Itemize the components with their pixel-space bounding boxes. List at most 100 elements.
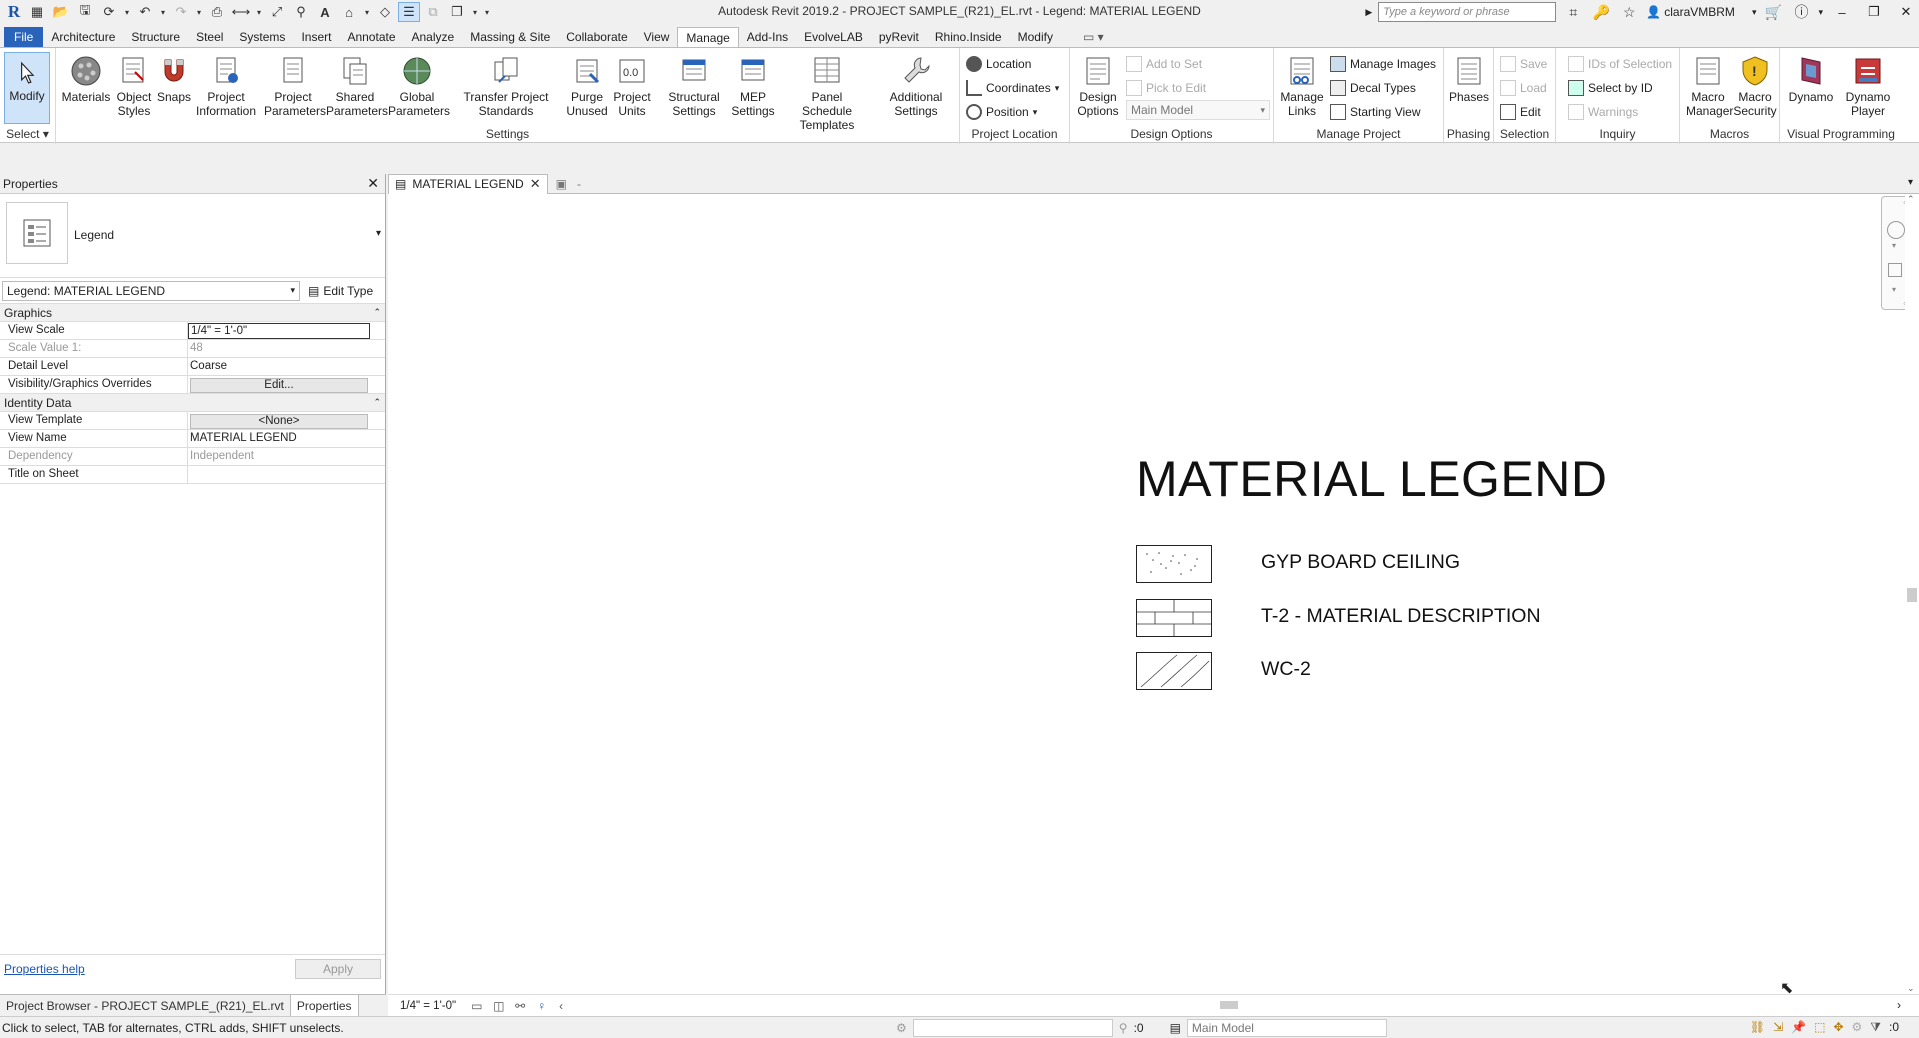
tab-evolvelab[interactable]: EvolveLAB xyxy=(796,27,871,47)
scroll-left-icon[interactable]: ‹ xyxy=(559,999,575,1013)
revit-logo-icon[interactable]: R xyxy=(4,2,24,22)
tab-project-browser[interactable]: Project Browser - PROJECT SAMPLE_(R21)_E… xyxy=(0,995,290,1017)
vertical-scrollbar[interactable]: ⌃ ⌄ xyxy=(1905,194,1919,994)
purge-unused-button[interactable]: Purge Unused xyxy=(564,54,610,118)
editing-requests-icon[interactable]: ⚲ xyxy=(1119,1021,1128,1035)
sync-icon[interactable]: ⟳ xyxy=(98,2,120,22)
structural-settings-button[interactable]: Structural Settings xyxy=(660,54,728,118)
object-styles-button[interactable]: Object Styles xyxy=(114,54,154,118)
drag-on-selection-icon[interactable]: ✥ xyxy=(1833,1020,1843,1035)
project-parameters-button[interactable]: Project Parameters xyxy=(262,54,326,118)
properties-help-link[interactable]: Properties help xyxy=(4,962,85,976)
view-tab-2[interactable]: ▣ - xyxy=(556,177,581,191)
tab-architecture[interactable]: Architecture xyxy=(43,27,123,47)
add-to-set-button[interactable]: Add to Set xyxy=(1126,54,1202,74)
group-identity-data[interactable]: Identity Data ⌃ xyxy=(0,394,385,412)
minimize-icon[interactable]: – xyxy=(1829,1,1855,23)
select-underlay-icon[interactable]: ⇲ xyxy=(1773,1020,1783,1035)
redo-dropdown-icon[interactable]: ▾ xyxy=(194,2,204,22)
view-template-button[interactable]: <None> xyxy=(188,412,370,429)
prop-row-detail-level[interactable]: Detail Level Coarse xyxy=(0,358,385,376)
prop-row-view-name[interactable]: View Name MATERIAL LEGEND xyxy=(0,430,385,448)
expand-arrow-icon[interactable]: ▶ xyxy=(1365,7,1372,18)
instance-filter-dropdown[interactable]: Legend: MATERIAL LEGEND ▾ xyxy=(2,280,300,301)
manage-links-button[interactable]: Manage Links xyxy=(1278,54,1326,118)
project-units-button[interactable]: 0.0 Project Units xyxy=(610,54,654,118)
close-icon[interactable]: ✕ xyxy=(367,175,385,192)
switch-dropdown-icon[interactable]: ▾ xyxy=(470,2,480,22)
panel-schedule-templates-button[interactable]: Panel Schedule Templates xyxy=(782,54,872,132)
decal-types-button[interactable]: Decal Types xyxy=(1330,78,1416,98)
macro-security-button[interactable]: ! Macro Security xyxy=(1732,54,1778,118)
title-on-sheet-value[interactable] xyxy=(188,466,370,483)
dynamo-button[interactable]: Dynamo xyxy=(1786,54,1836,104)
dimension-icon[interactable]: ⤢ xyxy=(266,2,288,22)
help-icon[interactable]: ⓘ xyxy=(1790,2,1812,22)
view-tabs-menu-icon[interactable]: ▾ xyxy=(1908,177,1913,188)
workset-dropdown[interactable] xyxy=(912,1019,1113,1037)
chevron-down-icon[interactable]: ▾ xyxy=(1892,241,1896,250)
tab-modify[interactable]: Modify xyxy=(1010,27,1061,47)
star-icon[interactable]: ☆ xyxy=(1618,2,1640,22)
tab-structure[interactable]: Structure xyxy=(123,27,188,47)
pick-to-edit-button[interactable]: Pick to Edit xyxy=(1126,78,1206,98)
starting-view-button[interactable]: Starting View xyxy=(1330,102,1420,122)
background-process-icon[interactable]: ⚙ xyxy=(1852,1020,1863,1035)
type-selector[interactable]: Legend ▾ xyxy=(0,194,385,278)
select-panel-title[interactable]: Select ▾ xyxy=(0,127,55,142)
location-button[interactable]: Location xyxy=(966,54,1031,74)
search-input[interactable]: Type a keyword or phrase xyxy=(1378,2,1557,22)
reveal-hidden-icon[interactable]: ♀ xyxy=(537,999,553,1013)
ribbon-minimize-toggle[interactable]: ▭ ▾ xyxy=(1075,27,1112,47)
scroll-right-icon[interactable]: › xyxy=(1897,998,1901,1012)
group-graphics[interactable]: Graphics ⌃ xyxy=(0,304,385,322)
close-hidden-icon[interactable]: ⧉ xyxy=(422,2,444,22)
warnings-button[interactable]: Warnings xyxy=(1568,102,1638,122)
temporary-hide-icon[interactable]: ⚯ xyxy=(515,999,531,1013)
tab-insert[interactable]: Insert xyxy=(293,27,339,47)
main-model-dropdown[interactable]: Main Model ▾ xyxy=(1126,100,1270,120)
mep-settings-button[interactable]: MEP Settings xyxy=(728,54,778,118)
tab-view[interactable]: View xyxy=(636,27,678,47)
redo-icon[interactable]: ↷ xyxy=(170,2,192,22)
tag-icon[interactable]: ⚲ xyxy=(290,2,312,22)
edit-selection-button[interactable]: Edit xyxy=(1500,102,1541,122)
chevron-down-icon[interactable]: ▾ xyxy=(1892,285,1896,294)
save-selection-button[interactable]: Save xyxy=(1500,54,1547,74)
dynamo-player-button[interactable]: Dynamo Player xyxy=(1840,54,1896,118)
shared-parameters-button[interactable]: Shared Parameters xyxy=(324,54,388,118)
materials-button[interactable]: Materials xyxy=(60,54,112,104)
view-name-value[interactable]: MATERIAL LEGEND xyxy=(188,430,370,447)
3d-dropdown-icon[interactable]: ▾ xyxy=(362,2,372,22)
tab-pyrevit[interactable]: pyRevit xyxy=(871,27,927,47)
project-information-button[interactable]: Project Information xyxy=(192,54,260,118)
filter-icon[interactable]: ⧩ xyxy=(1870,1020,1881,1035)
close-icon[interactable]: ✕ xyxy=(1893,1,1919,23)
snaps-button[interactable]: Snaps xyxy=(154,54,194,104)
tab-annotate[interactable]: Annotate xyxy=(339,27,403,47)
load-selection-button[interactable]: Load xyxy=(1500,78,1547,98)
worksets-icon[interactable]: ⚙ xyxy=(896,1021,907,1035)
swatch-wc2[interactable] xyxy=(1136,652,1212,690)
select-by-id-button[interactable]: Select by ID xyxy=(1568,78,1653,98)
position-button[interactable]: Position ▾ xyxy=(966,102,1037,122)
save-icon[interactable]: 🖫 xyxy=(74,2,96,22)
help-dropdown-icon[interactable]: ▾ xyxy=(1818,7,1823,18)
measure-icon[interactable]: ⟷ xyxy=(230,2,252,22)
tab-manage[interactable]: Manage xyxy=(677,27,739,47)
tab-rhino-inside[interactable]: Rhino.Inside xyxy=(927,27,1010,47)
tab-add-ins[interactable]: Add-Ins xyxy=(739,27,796,47)
prop-row-view-scale[interactable]: View Scale 1/4" = 1'-0" xyxy=(0,322,385,340)
prop-row-view-template[interactable]: View Template <None> xyxy=(0,412,385,430)
prop-row-title-on-sheet[interactable]: Title on Sheet xyxy=(0,466,385,484)
steering-wheel-icon[interactable] xyxy=(1887,221,1905,239)
prop-row-visibility-graphics[interactable]: Visibility/Graphics Overrides Edit... xyxy=(0,376,385,394)
scroll-up-icon[interactable]: ⌃ xyxy=(1907,194,1915,205)
design-option-dropdown[interactable]: Main Model xyxy=(1186,1019,1387,1037)
restore-icon[interactable]: ❐ xyxy=(1861,1,1887,23)
view-tab-material-legend[interactable]: ▤ MATERIAL LEGEND ✕ xyxy=(388,173,548,194)
open-icon[interactable]: 📂 xyxy=(50,2,72,22)
close-icon[interactable]: ✕ xyxy=(530,176,541,192)
select-pinned-icon[interactable]: 📌 xyxy=(1791,1020,1806,1035)
apply-button[interactable]: Apply xyxy=(295,958,381,979)
